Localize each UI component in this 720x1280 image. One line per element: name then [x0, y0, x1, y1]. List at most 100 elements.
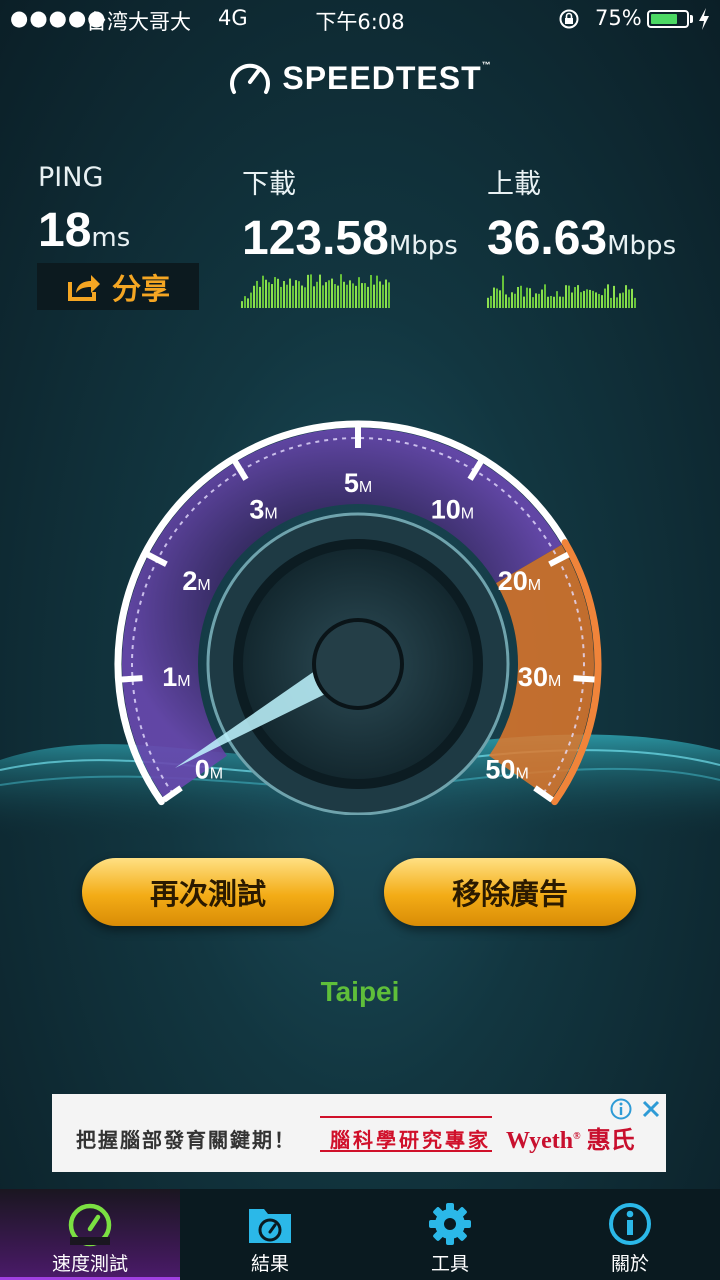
graph-bar [616, 297, 618, 308]
share-label: 分享 [111, 271, 170, 306]
ad-info-icon[interactable] [610, 1098, 632, 1120]
download-value-row: 123.58Mbps [242, 211, 458, 266]
tab-label: 工具 [430, 1253, 469, 1275]
graph-bar [262, 275, 264, 308]
graph-bar [334, 284, 336, 308]
ad-close-icon[interactable] [640, 1098, 662, 1120]
speedometer-logo-icon [230, 63, 271, 94]
gear-icon [429, 1203, 471, 1245]
graph-bar [256, 280, 258, 308]
upload-label: 上載 [487, 169, 541, 200]
graph-bar [553, 296, 555, 308]
graph-bar [271, 284, 273, 308]
graph-bar [313, 286, 315, 308]
graph-bar [505, 294, 507, 308]
graph-bar [514, 293, 516, 308]
graph-bar [511, 292, 513, 308]
graph-bar [307, 274, 309, 308]
graph-bar [283, 281, 285, 308]
graph-bar [598, 293, 600, 308]
graph-bar [325, 282, 327, 308]
graph-bar [625, 285, 627, 308]
graph-bar [322, 285, 324, 308]
charging-bolt-icon [699, 8, 709, 30]
graph-bar [502, 275, 504, 308]
download-speed-graph [241, 274, 390, 308]
ad-highlight: 腦科學研究專家 [330, 1128, 491, 1152]
graph-bar [529, 288, 531, 308]
graph-bar [556, 291, 558, 308]
graph-bar [493, 287, 495, 308]
graph-bar [628, 289, 630, 308]
graph-bar [343, 281, 345, 308]
share-icon [67, 274, 100, 301]
graph-bar [337, 285, 339, 308]
graph-bar [328, 280, 330, 308]
gauge-tick [121, 675, 143, 683]
upload-value-row: 36.63Mbps [487, 211, 676, 266]
graph-bar [379, 281, 381, 308]
graph-bar [607, 284, 609, 308]
graph-bar [265, 279, 267, 308]
graph-bar [241, 301, 243, 308]
graph-bar [286, 284, 288, 308]
graph-bar [520, 285, 522, 308]
graph-bar [550, 295, 552, 308]
tab-results[interactable]: 結果 [180, 1189, 360, 1280]
graph-bar [532, 297, 534, 308]
graph-bar [496, 288, 498, 308]
graph-bar [595, 292, 597, 308]
tab-tools[interactable]: 工具 [360, 1189, 540, 1280]
graph-bar [355, 285, 357, 308]
graph-bar [358, 277, 360, 308]
graph-bar [250, 292, 252, 308]
graph-bar [361, 283, 363, 308]
graph-bar [277, 278, 279, 308]
battery-icon [647, 10, 689, 28]
graph-bar [244, 296, 246, 308]
speedtest-logo: SPEEDTEST™ [0, 58, 720, 102]
ping-label: PING [38, 162, 104, 193]
graph-bar [619, 293, 621, 308]
graph-bar [580, 292, 582, 308]
graph-bar [364, 283, 366, 308]
speedometer-icon [68, 1203, 112, 1247]
graph-bar [571, 292, 573, 308]
graph-bar [517, 286, 519, 308]
ping-value-row: 18ms [38, 203, 130, 258]
upload-unit: Mbps [607, 231, 677, 261]
graph-bar [280, 286, 282, 308]
ping-result: PING 18ms [38, 162, 130, 258]
graph-bar [367, 286, 369, 308]
gauge-tick [573, 675, 595, 683]
graph-bar [373, 284, 375, 308]
graph-bar [301, 285, 303, 308]
server-location: Taipei [320, 976, 400, 1007]
tab-speed-test[interactable]: 速度測試 [0, 1189, 180, 1280]
tab-about[interactable]: 關於 [540, 1189, 720, 1280]
graph-bar [319, 274, 321, 308]
graph-bar [292, 285, 294, 308]
graph-bar [613, 285, 615, 308]
battery-level [651, 14, 677, 24]
retest-button[interactable]: 再次測試 [82, 858, 334, 926]
graph-bar [490, 295, 492, 308]
graph-bar [487, 297, 489, 308]
graph-bar [559, 296, 561, 308]
graph-bar [544, 284, 546, 308]
graph-bar [622, 292, 624, 308]
graph-bar [388, 282, 390, 308]
remove-ads-button[interactable]: 移除廣告 [384, 858, 636, 926]
share-button[interactable]: 分享 [37, 263, 199, 310]
graph-bar [589, 289, 591, 308]
graph-bar [370, 275, 372, 308]
graph-bar [526, 287, 528, 308]
ad-divider-top [320, 1116, 492, 1118]
graph-bar [376, 275, 378, 308]
tab-bar: 速度測試 結果 工具 關於 [0, 1189, 720, 1280]
ad-banner[interactable]: 把握腦部發育關鍵期！ 腦科學研究專家 Wyeth® 惠氏 [52, 1094, 666, 1172]
graph-bar [583, 290, 585, 308]
graph-bar [610, 297, 612, 308]
graph-bar [259, 286, 261, 308]
rotation-lock-icon [559, 9, 579, 29]
